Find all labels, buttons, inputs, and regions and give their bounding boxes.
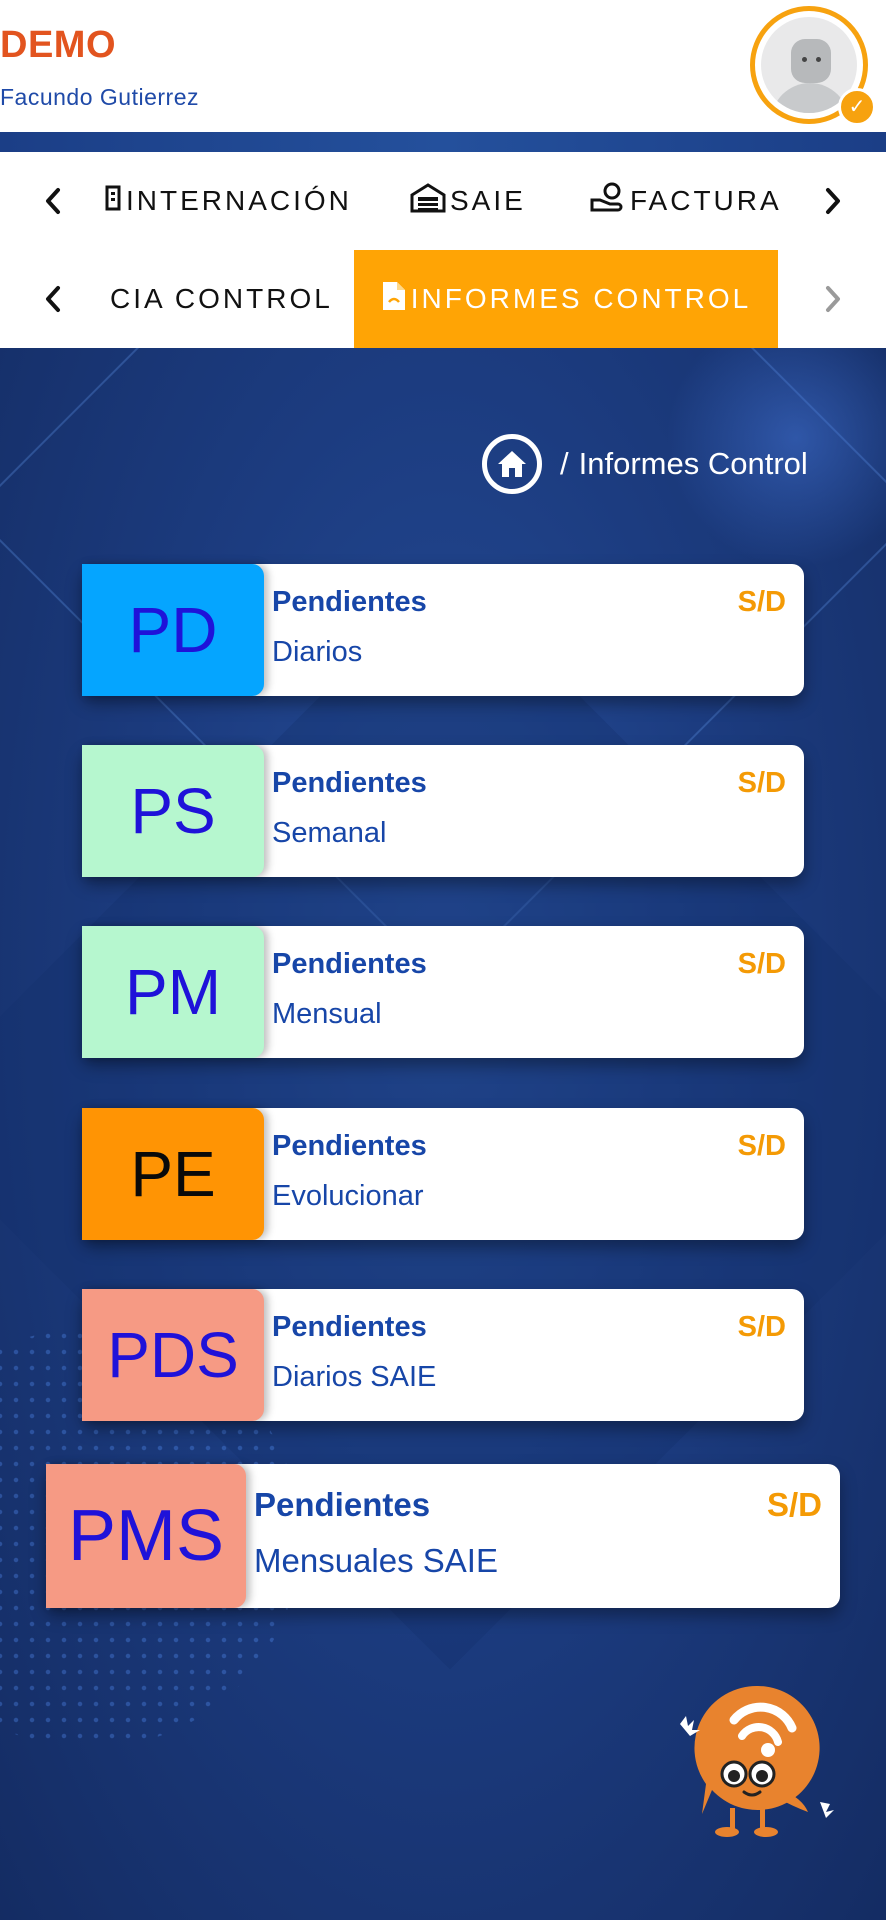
card-value: S/D xyxy=(737,586,786,618)
header-divider xyxy=(0,132,886,152)
card-value: S/D xyxy=(737,767,786,799)
report-card-pds[interactable]: PDS Pendientes Diarios SAIE S/D xyxy=(82,1289,804,1421)
nav-item-internacion[interactable]: INTERNACIÓN xyxy=(104,152,352,250)
hand-coin-icon xyxy=(590,182,626,221)
brand-title: DEMO xyxy=(0,24,116,66)
warehouse-icon xyxy=(410,182,446,220)
card-value: S/D xyxy=(737,1311,786,1343)
card-badge: PM xyxy=(82,926,264,1058)
chevron-right-icon[interactable] xyxy=(808,152,858,250)
card-subtitle: Mensual xyxy=(272,998,382,1030)
card-code: PDS xyxy=(107,1319,239,1391)
card-title: Pendientes xyxy=(272,1130,427,1162)
card-title: Pendientes xyxy=(254,1486,431,1523)
card-code: PMS xyxy=(67,1496,225,1576)
nav-item-informes-control[interactable]: INFORMES CONTROL xyxy=(354,250,778,348)
home-icon[interactable] xyxy=(482,434,542,494)
card-subtitle: Diarios SAIE xyxy=(272,1361,437,1393)
report-card-pe[interactable]: PE Pendientes Evolucionar S/D xyxy=(82,1108,804,1240)
report-card-pd[interactable]: PD Pendientes Diarios S/D xyxy=(82,564,804,696)
breadcrumb-current: Informes Control xyxy=(578,446,808,481)
nav-item-label: INTERNACIÓN xyxy=(126,185,352,216)
card-value: S/D xyxy=(737,1130,786,1162)
nav-item-label: SAIE xyxy=(450,185,526,216)
chevron-right-icon[interactable] xyxy=(808,250,858,348)
breadcrumb: / Informes Control xyxy=(482,434,808,494)
report-card-pm[interactable]: PM Pendientes Mensual S/D xyxy=(82,926,804,1058)
breadcrumb-separator: / xyxy=(560,446,569,481)
card-subtitle: Diarios xyxy=(272,636,363,668)
card-value: S/D xyxy=(766,1486,822,1523)
card-badge: PMS xyxy=(46,1464,246,1608)
card-badge: PS xyxy=(82,745,264,877)
nav-row-modules: INTERNACIÓN SAIE FACTURA xyxy=(0,152,886,250)
nav-item-factura[interactable]: FACTURA xyxy=(590,152,782,250)
card-code: PE xyxy=(130,1138,216,1210)
nav-item-saie[interactable]: SAIE xyxy=(410,152,526,250)
nav-item-label: CIA CONTROL xyxy=(110,283,333,314)
chevron-left-icon[interactable] xyxy=(28,152,78,250)
nav-item-label: FACTURA xyxy=(630,185,782,216)
user-name: Facundo Gutierrez xyxy=(0,84,199,110)
card-title: Pendientes xyxy=(272,948,427,980)
card-subtitle: Mensuales SAIE xyxy=(254,1542,498,1579)
card-badge: PDS xyxy=(82,1289,264,1421)
file-icon xyxy=(381,280,407,319)
building-icon xyxy=(104,185,122,218)
card-code: PM xyxy=(125,956,221,1028)
report-card-ps[interactable]: PS Pendientes Semanal S/D xyxy=(82,745,804,877)
card-title: Pendientes xyxy=(272,767,427,799)
card-badge: PD xyxy=(82,564,264,696)
card-title: Pendientes xyxy=(272,586,427,618)
nav-item-label: INFORMES CONTROL xyxy=(410,283,752,314)
nav-item-cia-control[interactable]: CIA CONTROL xyxy=(110,250,333,348)
mascot-icon[interactable] xyxy=(672,1680,848,1850)
chevron-left-icon[interactable] xyxy=(28,250,78,348)
card-subtitle: Evolucionar xyxy=(272,1180,424,1212)
verified-check-icon: ✓ xyxy=(838,88,876,126)
card-title: Pendientes xyxy=(272,1311,427,1343)
report-card-pms[interactable]: PMS Pendientes Mensuales SAIE S/D xyxy=(46,1464,840,1608)
card-badge: PE xyxy=(82,1108,264,1240)
card-value: S/D xyxy=(737,948,786,980)
card-code: PD xyxy=(128,594,218,666)
nav-row-submodules: CIA CONTROL INFORMES CONTROL xyxy=(0,250,886,348)
card-subtitle: Semanal xyxy=(272,817,387,849)
card-code: PS xyxy=(130,775,216,847)
app-header: DEMO Facundo Gutierrez ✓ xyxy=(0,0,886,132)
